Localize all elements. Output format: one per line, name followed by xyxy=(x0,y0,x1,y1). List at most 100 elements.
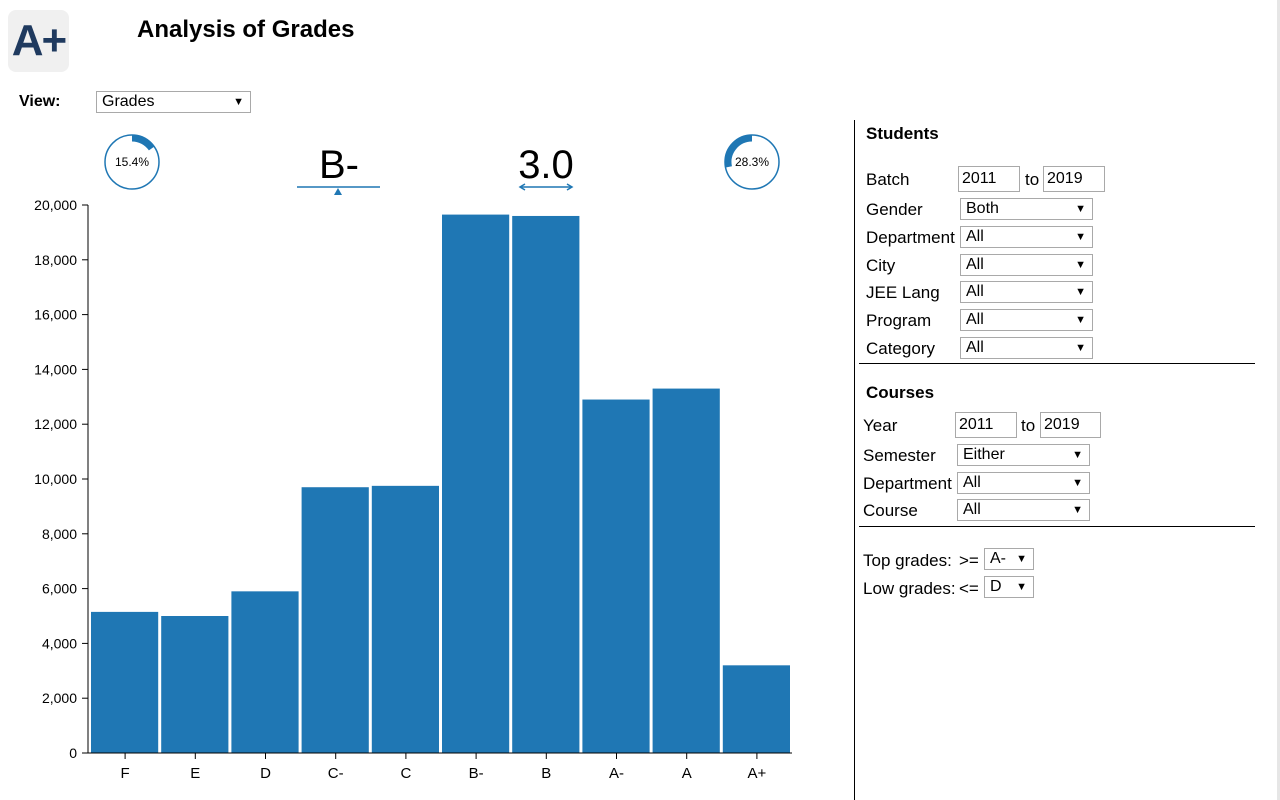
y-tick-label: 8,000 xyxy=(42,526,77,542)
low-grades-value: D xyxy=(990,578,1002,595)
y-tick-label: 10,000 xyxy=(34,471,77,487)
y-tick-label: 18,000 xyxy=(34,252,77,268)
gender-select-value: Both xyxy=(966,200,999,217)
chevron-down-icon: ▼ xyxy=(1016,581,1027,593)
student-department-value: All xyxy=(966,228,984,245)
jee-lang-select-value: All xyxy=(966,283,984,300)
students-divider xyxy=(859,363,1255,364)
y-tick-label: 16,000 xyxy=(34,307,77,323)
low-grades-label: Low grades: xyxy=(863,579,956,598)
x-axis: F E D C- C B- B A- A A+ xyxy=(88,752,792,782)
chevron-down-icon: ▼ xyxy=(1016,553,1027,565)
program-label: Program xyxy=(866,311,932,330)
student-department-label: Department xyxy=(866,228,955,247)
year-label: Year xyxy=(863,416,898,435)
batch-label: Batch xyxy=(866,170,910,189)
top-grades-label: Top grades: xyxy=(863,551,952,570)
course-department-label: Department xyxy=(863,474,952,493)
course-label: Course xyxy=(863,501,918,520)
bar-E[interactable] xyxy=(161,616,229,753)
semester-select[interactable]: Either ▼ xyxy=(957,444,1090,466)
chevron-down-icon: ▼ xyxy=(1072,504,1083,516)
bar-B-[interactable] xyxy=(442,214,510,754)
x-tick-label: A xyxy=(682,765,692,782)
left-ring-label: 15.4% xyxy=(115,155,149,169)
chevron-down-icon: ▼ xyxy=(1075,342,1086,354)
category-select[interactable]: All ▼ xyxy=(960,337,1093,359)
bar-B[interactable] xyxy=(512,215,580,753)
y-tick-label: 12,000 xyxy=(34,416,77,432)
top-grades-value: A- xyxy=(990,550,1006,567)
bar-D[interactable] xyxy=(231,591,299,753)
courses-divider xyxy=(859,526,1255,527)
semester-select-value: Either xyxy=(963,446,1005,463)
y-tick-label: 0 xyxy=(69,745,77,761)
course-select[interactable]: All ▼ xyxy=(957,499,1090,521)
grades-bar-chart: 15.4% 28.3% 0 2,000 4,000 6,000 8,000 10,000 1… xyxy=(34,134,792,782)
jee-lang-select[interactable]: All ▼ xyxy=(960,281,1093,303)
bars xyxy=(91,214,790,754)
course-select-value: All xyxy=(963,501,981,518)
triangle-up-icon xyxy=(334,188,342,195)
left-ring-fill xyxy=(131,134,155,151)
x-tick-label: B xyxy=(541,765,551,782)
x-tick-label: D xyxy=(260,765,271,782)
right-percent-ring: 28.3% xyxy=(724,134,780,190)
chevron-down-icon: ▼ xyxy=(1075,231,1086,243)
program-select[interactable]: All ▼ xyxy=(960,309,1093,331)
batch-to-label: to xyxy=(1025,170,1040,189)
courses-title: Courses xyxy=(866,383,935,402)
chevron-down-icon: ▼ xyxy=(1075,314,1086,326)
year-from-input[interactable]: 2011 xyxy=(955,412,1017,438)
y-axis: 0 2,000 4,000 6,000 8,000 10,000 12,000 14,000 1… xyxy=(34,197,89,761)
x-tick-label: B- xyxy=(469,765,484,782)
x-tick-label: E xyxy=(190,765,200,782)
course-department-select[interactable]: All ▼ xyxy=(957,472,1090,494)
median-marker xyxy=(297,186,380,195)
students-title: Students xyxy=(866,124,939,143)
bar-A[interactable] xyxy=(652,388,720,753)
x-tick-label: A- xyxy=(609,765,624,782)
semester-label: Semester xyxy=(863,446,936,465)
batch-to-input[interactable]: 2019 xyxy=(1043,166,1105,192)
bar-C[interactable] xyxy=(371,485,439,753)
student-department-select[interactable]: All ▼ xyxy=(960,226,1093,248)
year-to-input[interactable]: 2019 xyxy=(1040,412,1101,438)
chevron-down-icon: ▼ xyxy=(1075,286,1086,298)
batch-from-input[interactable]: 2011 xyxy=(958,166,1020,192)
x-tick-label: C- xyxy=(328,765,344,782)
program-select-value: All xyxy=(966,311,984,328)
bar-C-[interactable] xyxy=(301,487,369,753)
bar-A-[interactable] xyxy=(582,399,650,753)
jee-lang-label: JEE Lang xyxy=(866,283,940,302)
city-select-value: All xyxy=(966,256,984,273)
right-ring-label: 28.3% xyxy=(735,155,769,169)
y-tick-label: 6,000 xyxy=(42,581,77,597)
chevron-down-icon: ▼ xyxy=(1072,477,1083,489)
bar-F[interactable] xyxy=(91,611,159,753)
gender-select[interactable]: Both ▼ xyxy=(960,198,1093,220)
bar-A+[interactable] xyxy=(722,665,790,753)
panel-divider xyxy=(854,120,855,800)
low-grades-operator: <= xyxy=(959,579,979,598)
top-grades-operator: >= xyxy=(959,551,979,570)
top-grades-select[interactable]: A- ▼ xyxy=(984,548,1034,570)
y-tick-label: 4,000 xyxy=(42,635,77,651)
gpa-range-marker xyxy=(518,183,574,191)
y-tick-label: 14,000 xyxy=(34,361,77,377)
year-to-label: to xyxy=(1021,416,1036,435)
left-percent-ring: 15.4% xyxy=(104,134,160,190)
gender-label: Gender xyxy=(866,200,923,219)
x-tick-label: A+ xyxy=(748,765,767,782)
chevron-down-icon: ▼ xyxy=(1075,259,1086,271)
city-label: City xyxy=(866,256,896,275)
course-department-value: All xyxy=(963,474,981,491)
y-tick-label: 2,000 xyxy=(42,690,77,706)
y-tick-label: 20,000 xyxy=(34,197,77,213)
category-select-value: All xyxy=(966,339,984,356)
chevron-down-icon: ▼ xyxy=(1075,203,1086,215)
chevron-down-icon: ▼ xyxy=(1072,449,1083,461)
low-grades-select[interactable]: D ▼ xyxy=(984,576,1034,598)
city-select[interactable]: All ▼ xyxy=(960,254,1093,276)
category-label: Category xyxy=(866,339,935,358)
